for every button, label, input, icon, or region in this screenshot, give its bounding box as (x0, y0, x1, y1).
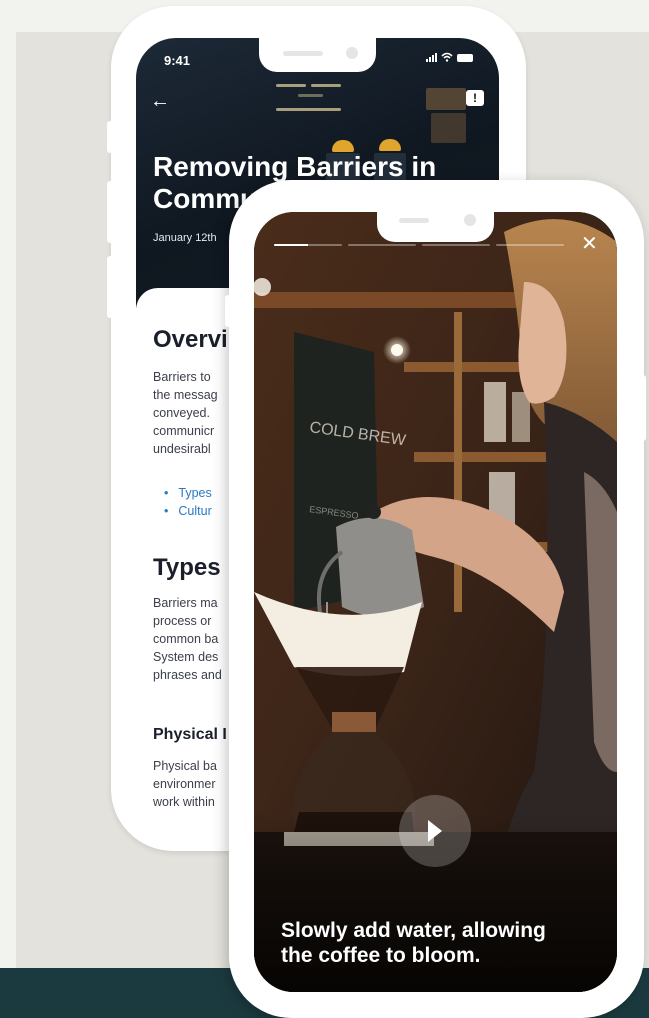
close-icon[interactable]: ✕ (581, 234, 598, 254)
phone-side-button (640, 375, 646, 441)
article-title-line: Removing Barriers in (153, 151, 437, 182)
signal-icon (426, 53, 437, 62)
physical-heading: Physical I (153, 726, 227, 743)
battery-icon (457, 54, 473, 62)
story-phone: COLD BREW ESPRESSO ✕ Slowly add water, a… (225, 180, 646, 1018)
notch (377, 212, 494, 242)
progress-segment (496, 244, 564, 246)
notch (259, 38, 376, 72)
story-caption: Slowly add water, allowing the coffee to… (281, 919, 546, 967)
play-button[interactable] (399, 795, 471, 867)
progress-fill (274, 244, 308, 246)
link-cultural[interactable]: Cultur (178, 504, 211, 518)
phone-side-button (107, 121, 113, 153)
link-list: • Types • Cultur (164, 484, 212, 520)
report-icon[interactable]: ! (466, 90, 484, 106)
progress-segment (348, 244, 416, 246)
article-date: January 12th (153, 232, 217, 244)
story-screen: COLD BREW ESPRESSO ✕ Slowly add water, a… (254, 212, 617, 992)
phone-side-button (107, 181, 113, 243)
progress-segment (274, 244, 342, 246)
play-icon (428, 820, 442, 842)
types-heading: Types (153, 554, 221, 581)
story-progress (274, 244, 564, 247)
progress-segment (422, 244, 490, 246)
phone-side-button (225, 295, 231, 327)
overview-heading: Overvi (153, 326, 228, 353)
phone-side-button (107, 256, 113, 318)
back-arrow-icon[interactable]: ← (150, 90, 170, 113)
wifi-icon (441, 52, 453, 62)
link-types[interactable]: Types (178, 486, 211, 500)
status-time: 9:41 (164, 53, 191, 68)
status-icons (426, 52, 473, 62)
link-list-item[interactable]: • Types (164, 484, 212, 502)
link-list-item[interactable]: • Cultur (164, 502, 212, 520)
